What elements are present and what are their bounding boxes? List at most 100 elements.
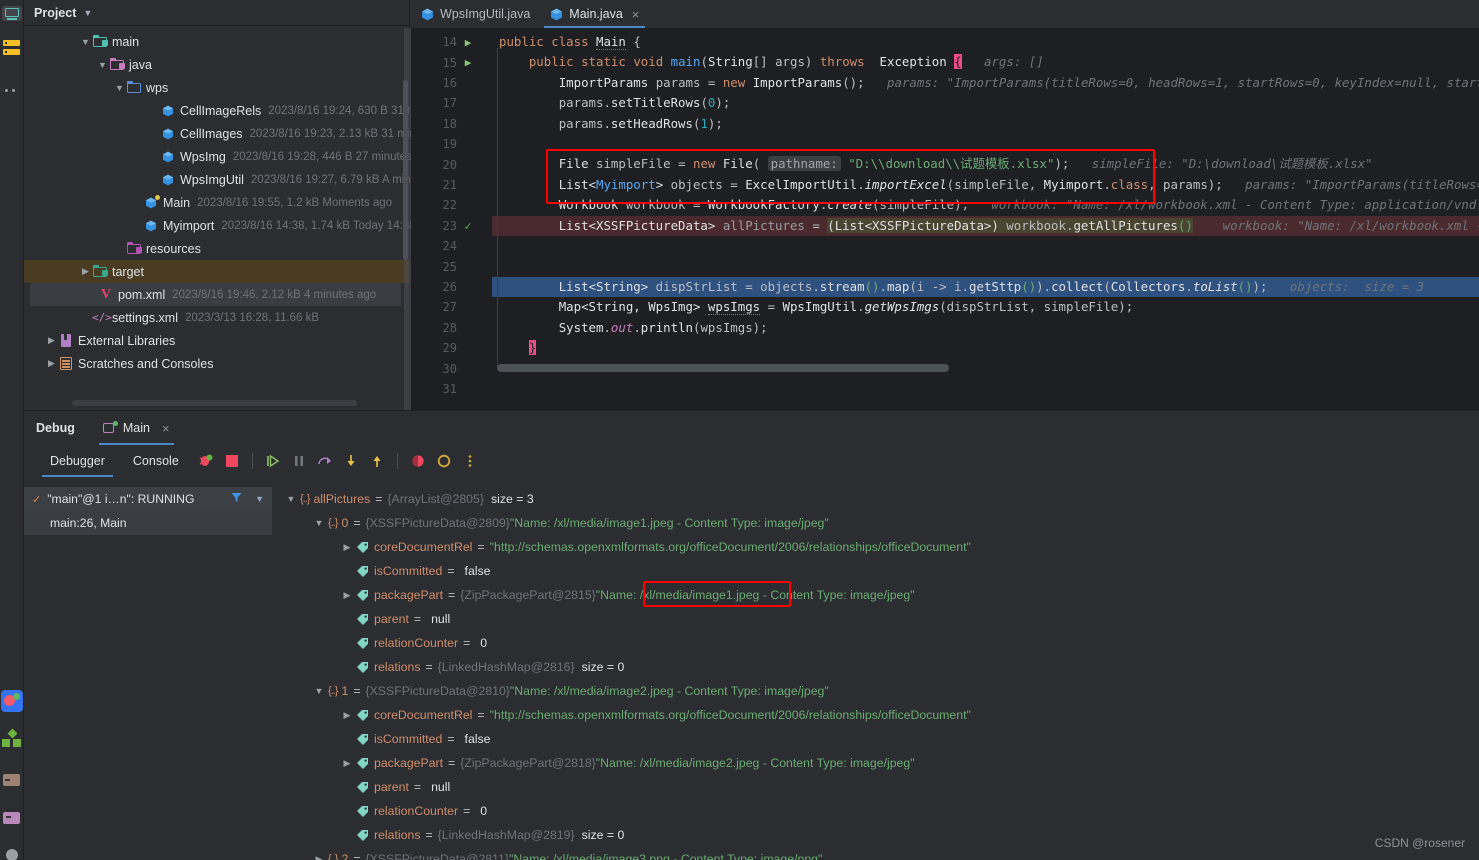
tree-row[interactable]: ▶ Scratches and Consoles bbox=[24, 352, 409, 375]
code-line[interactable]: File simpleFile = new File( pathname: "D… bbox=[492, 154, 1479, 174]
gutter-line[interactable]: 26 bbox=[411, 277, 492, 297]
editor-gutter[interactable]: 14 ▶ 15 ▶ 16 17 18 19 20 21 22 23 ✓ 24 25 26 27 28 29 30 31 bbox=[411, 28, 492, 410]
code-line[interactable]: } bbox=[492, 338, 1479, 358]
variable-row[interactable]: ▶ coreDocumentRel = "http://schemas.openxml… bbox=[274, 535, 1479, 559]
gutter-line[interactable]: 21 bbox=[411, 175, 492, 195]
tree-row[interactable]: ▶ target bbox=[24, 260, 409, 283]
tree-twisty-icon[interactable]: ▼ bbox=[113, 83, 126, 93]
step-out-icon[interactable] bbox=[366, 450, 388, 472]
variable-row[interactable]: ▶ packagePart = {ZipPackagePart@2818} "Name:… bbox=[274, 751, 1479, 775]
gutter-line[interactable]: 28 bbox=[411, 318, 492, 338]
variable-row[interactable]: ▶ {..} 2 = {XSSFPictureData@2811} "Name: /xl/… bbox=[274, 847, 1479, 860]
structure-icon[interactable] bbox=[2, 38, 22, 58]
variable-row[interactable]: relations = {LinkedHashMap@2819} size = 0 bbox=[274, 823, 1479, 847]
gutter-line[interactable]: 29 bbox=[411, 338, 492, 358]
tree-row[interactable]: CellImageRels 2023/8/16 19:24, 630 B 31 m bbox=[24, 99, 417, 122]
tab-debugger[interactable]: Debugger bbox=[36, 445, 119, 477]
code-line[interactable]: Workbook workbook = WorkbookFactory.crea… bbox=[492, 195, 1479, 215]
debug-session-tab[interactable]: Main × bbox=[98, 411, 174, 445]
tree-row[interactable]: ▼ java bbox=[24, 53, 409, 76]
variable-row[interactable]: isCommitted = false bbox=[274, 727, 1479, 751]
editor-tab[interactable]: Main.java × bbox=[540, 0, 650, 28]
code-line[interactable] bbox=[492, 256, 1479, 276]
gutter-line[interactable]: 23 ✓ bbox=[411, 216, 492, 236]
tree-row[interactable]: CellImages 2023/8/16 19:23, 2.13 kB 31 mi… bbox=[24, 122, 422, 145]
tree-twisty-icon[interactable]: ▼ bbox=[79, 37, 92, 47]
tree-row[interactable]: ▼ main bbox=[24, 30, 409, 53]
variable-row[interactable]: ▼ {..} allPictures = {ArrayList@2805} size = … bbox=[274, 487, 1479, 511]
gutter-line[interactable]: 31 bbox=[411, 379, 492, 399]
code-line[interactable]: public class Main { bbox=[492, 32, 1479, 52]
variable-row[interactable]: ▼ {..} 0 = {XSSFPictureData@2809} "Name: /xl/… bbox=[274, 511, 1479, 535]
code-line[interactable]: public static void main(String[] args) t… bbox=[492, 52, 1479, 72]
more-options-icon[interactable] bbox=[459, 450, 481, 472]
variable-twisty-icon[interactable]: ▼ bbox=[282, 494, 300, 504]
variable-twisty-icon[interactable]: ▶ bbox=[338, 590, 356, 601]
tab-console[interactable]: Console bbox=[119, 445, 193, 477]
code-line[interactable]: List<XSSFPictureData> allPictures = (Lis… bbox=[492, 215, 1479, 236]
variable-row[interactable]: parent = null bbox=[274, 775, 1479, 799]
variables-panel[interactable]: ▼ {..} allPictures = {ArrayList@2805} size = … bbox=[274, 487, 1479, 860]
code-line[interactable]: Map<String, WpsImg> wpsImgs = WpsImgUtil… bbox=[492, 297, 1479, 317]
variable-twisty-icon[interactable]: ▶ bbox=[338, 758, 356, 769]
variable-row[interactable]: ▶ coreDocumentRel = "http://schemas.openxml… bbox=[274, 703, 1479, 727]
tree-row[interactable]: ▼ wps bbox=[24, 76, 409, 99]
code-line[interactable]: params.setTitleRows(0); bbox=[492, 93, 1479, 113]
gutter-line[interactable]: 25 bbox=[411, 256, 492, 276]
breakpoint-verified-icon[interactable]: ✓ bbox=[457, 219, 479, 233]
editor-tab[interactable]: WpsImgUtil.java bbox=[411, 0, 540, 28]
code-line[interactable] bbox=[492, 134, 1479, 154]
run-gutter-icon[interactable]: ▶ bbox=[457, 56, 479, 69]
project-window-icon[interactable] bbox=[2, 4, 22, 24]
code-line[interactable]: List<String> dispStrList = objects.strea… bbox=[492, 276, 1479, 298]
debug-tool-icon[interactable] bbox=[1, 690, 23, 712]
chevron-down-icon[interactable]: ▼ bbox=[255, 494, 264, 504]
code-editor[interactable]: 14 ▶ 15 ▶ 16 17 18 19 20 21 22 23 ✓ 24 25 26 27 28 29 30 31 … bbox=[411, 28, 1479, 410]
run-gutter-icon[interactable]: ▶ bbox=[457, 36, 479, 49]
code-line[interactable] bbox=[492, 379, 1479, 399]
editor-vscrollbar[interactable] bbox=[404, 28, 411, 410]
gutter-line[interactable]: 30 bbox=[411, 358, 492, 378]
code-line[interactable]: params.setHeadRows(1); bbox=[492, 114, 1479, 134]
variable-twisty-icon[interactable]: ▶ bbox=[310, 854, 328, 860]
step-over-icon[interactable] bbox=[314, 450, 336, 472]
gutter-line[interactable]: 24 bbox=[411, 236, 492, 256]
variable-row[interactable]: ▼ {..} 1 = {XSSFPictureData@2810} "Name: /xl/… bbox=[274, 679, 1479, 703]
tree-row[interactable]: Vpom.xml 2023/8/16 19:46, 2.12 kB 4 minut… bbox=[30, 283, 401, 306]
tree-row[interactable]: WpsImg 2023/8/16 19:28, 446 B 27 minutes bbox=[24, 145, 412, 168]
variable-twisty-icon[interactable]: ▶ bbox=[338, 542, 356, 553]
variable-twisty-icon[interactable]: ▼ bbox=[310, 518, 328, 528]
variable-row[interactable]: relationCounter = 0 bbox=[274, 631, 1479, 655]
tree-row[interactable]: Main 2023/8/16 19:55, 1.2 kB Moments ago bbox=[24, 191, 409, 214]
code-content[interactable]: public class Main { public static void m… bbox=[492, 28, 1479, 410]
more-tool-windows-icon[interactable] bbox=[2, 80, 22, 100]
services-icon[interactable] bbox=[2, 728, 22, 750]
tree-row[interactable]: ▶ External Libraries bbox=[24, 329, 409, 352]
variable-twisty-icon[interactable]: ▼ bbox=[310, 686, 328, 696]
code-line[interactable] bbox=[492, 236, 1479, 256]
tree-twisty-icon[interactable]: ▶ bbox=[45, 358, 58, 369]
gutter-line[interactable]: 16 bbox=[411, 73, 492, 93]
terminal-icon[interactable] bbox=[2, 770, 22, 790]
filter-icon[interactable] bbox=[230, 491, 243, 507]
project-panel-header[interactable]: Project ▼ bbox=[24, 0, 409, 26]
gutter-line[interactable]: 18 bbox=[411, 114, 492, 134]
thread-selector[interactable]: ✓ "main"@1 i…n": RUNNING ▼ bbox=[24, 487, 272, 511]
tree-twisty-icon[interactable]: ▶ bbox=[79, 266, 92, 277]
rerun-debug-icon[interactable] bbox=[195, 450, 217, 472]
resume-program-icon[interactable] bbox=[262, 450, 284, 472]
step-into-icon[interactable] bbox=[340, 450, 362, 472]
problems-icon[interactable] bbox=[2, 808, 22, 828]
gutter-line[interactable]: 20 bbox=[411, 154, 492, 174]
view-breakpoints-icon[interactable] bbox=[407, 450, 429, 472]
gutter-line[interactable]: 15 ▶ bbox=[411, 52, 492, 72]
gutter-line[interactable]: 22 bbox=[411, 195, 492, 215]
chevron-down-icon[interactable]: ▼ bbox=[83, 8, 92, 18]
gutter-line[interactable]: 19 bbox=[411, 134, 492, 154]
pause-program-icon[interactable] bbox=[288, 450, 310, 472]
tree-row[interactable]: </> settings.xml 2023/3/13 16:28, 11.66 kB bbox=[24, 306, 409, 329]
settings-icon[interactable] bbox=[2, 845, 22, 860]
gutter-line[interactable]: 27 bbox=[411, 297, 492, 317]
variable-twisty-icon[interactable]: ▶ bbox=[338, 710, 356, 721]
stack-frame-row[interactable]: main:26, Main bbox=[24, 511, 272, 535]
